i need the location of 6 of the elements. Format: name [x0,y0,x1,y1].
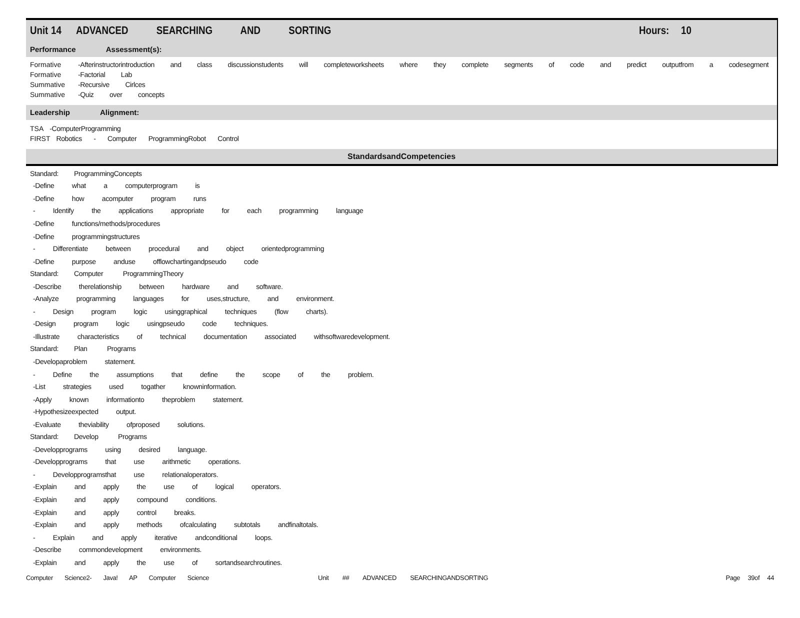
section-heading: StandardsandCompetencies [347,152,456,161]
unit-label: Unit [30,25,48,37]
unit-title: ADVANCED SEARCHING AND SORTING [76,25,331,37]
unit-number: 14 [51,25,62,37]
hours-value: 10 [680,25,692,37]
hours-label: Hours: [639,25,670,37]
